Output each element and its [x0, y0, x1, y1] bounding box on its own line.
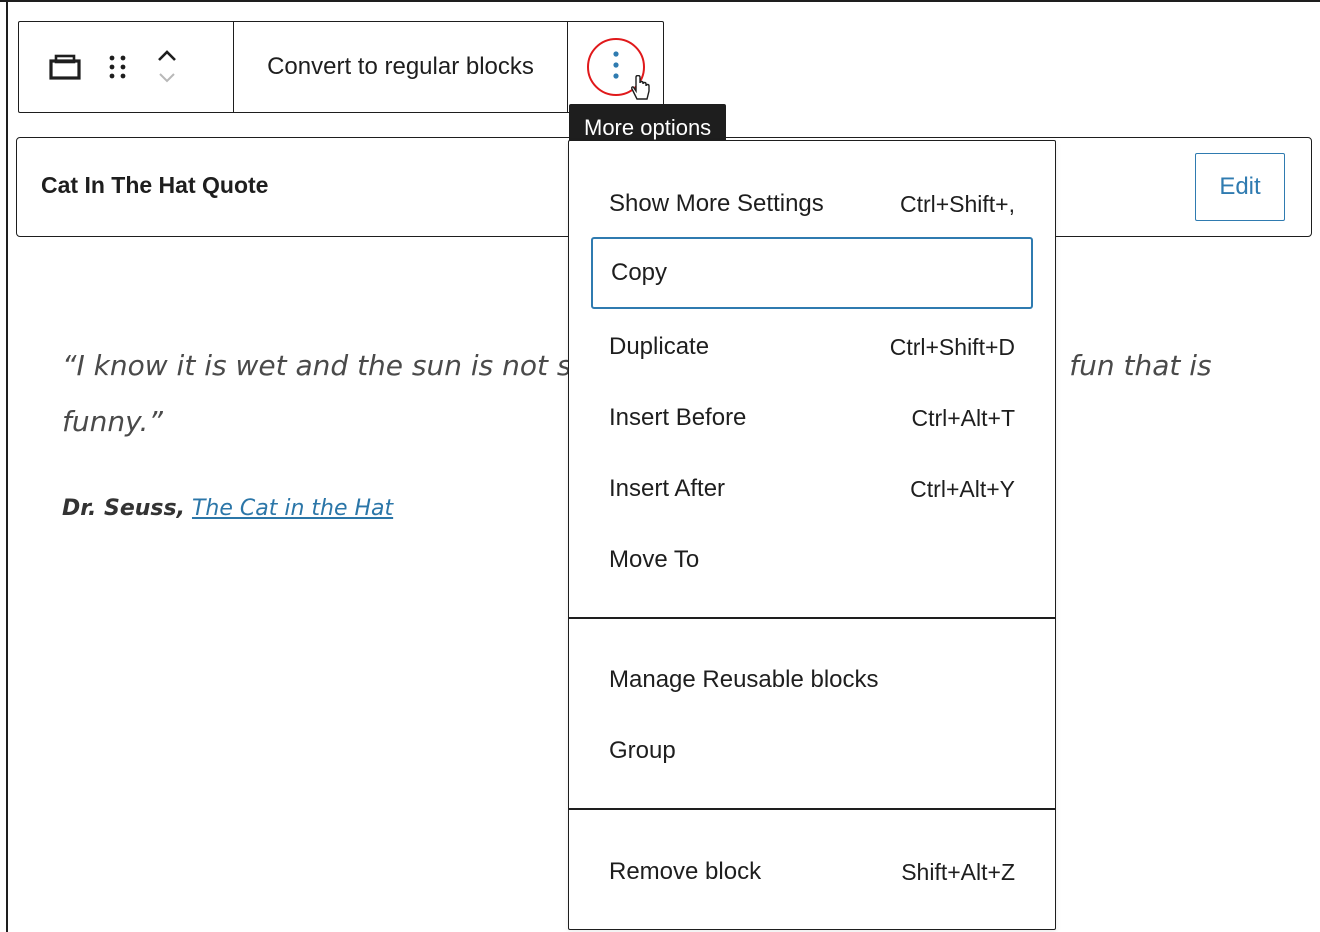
menu-item-remove-block[interactable]: Remove block Shift+Alt+Z [591, 836, 1033, 908]
menu-item-shortcut: Ctrl+Alt+Y [910, 475, 1015, 502]
window-border-top [0, 0, 1320, 2]
toolbar-block-controls [19, 22, 234, 112]
menu-item-shortcut: Ctrl+Shift+D [889, 333, 1015, 360]
menu-item-show-more-settings[interactable]: Show More Settings Ctrl+Shift+, [591, 168, 1033, 240]
menu-item-copy[interactable]: Copy [591, 237, 1033, 309]
quote-line-1-left: “I know it is wet and the sun is not su [62, 349, 590, 382]
menu-item-label: Move To [609, 546, 700, 573]
drag-handle-icon[interactable] [103, 47, 133, 87]
menu-item-shortcut: Ctrl+Shift+, [899, 190, 1015, 217]
menu-item-move-to[interactable]: Move To [591, 524, 1033, 596]
quote-citation: Dr. Seuss, The Cat in the Hat [62, 496, 393, 521]
more-vertical-icon [612, 49, 620, 86]
menu-item-label: Show More Settings [609, 190, 824, 217]
more-options-button[interactable] [586, 38, 650, 100]
more-options-menu: Show More Settings Ctrl+Shift+, Copy Dup… [568, 140, 1056, 930]
citation-link[interactable]: The Cat in the Hat [192, 496, 393, 521]
menu-item-group[interactable]: Group [591, 715, 1033, 787]
toolbar-convert-group: Convert to regular blocks [234, 22, 568, 112]
menu-item-label: Manage Reusable blocks [609, 666, 879, 693]
menu-item-shortcut: Shift+Alt+Z [901, 858, 1015, 885]
menu-item-insert-before[interactable]: Insert Before Ctrl+Alt+T [591, 382, 1033, 454]
menu-item-shortcut: Ctrl+Alt+T [911, 404, 1015, 431]
block-toolbar: Convert to regular blocks [18, 21, 664, 113]
menu-divider [569, 617, 1055, 619]
menu-item-label: Insert After [609, 475, 726, 502]
menu-item-label: Insert Before [609, 404, 747, 431]
menu-divider [569, 808, 1055, 810]
window-border-left [6, 0, 8, 932]
chevron-down-icon[interactable] [155, 67, 179, 89]
chevron-up-icon[interactable] [155, 45, 179, 67]
menu-item-label: Copy [611, 259, 668, 286]
quote-line-1-right: fun that is [1069, 349, 1212, 382]
edit-button[interactable]: Edit [1195, 153, 1285, 221]
menu-item-manage-reusable-blocks[interactable]: Manage Reusable blocks [591, 644, 1033, 716]
block-mover [155, 45, 179, 89]
menu-item-label: Group [609, 737, 676, 764]
convert-to-regular-blocks-button[interactable]: Convert to regular blocks [267, 53, 534, 81]
menu-item-label: Remove block [609, 858, 762, 885]
citation-author: Dr. Seuss, [62, 496, 185, 521]
menu-item-duplicate[interactable]: Duplicate Ctrl+Shift+D [591, 311, 1033, 383]
reusable-block-icon[interactable] [45, 47, 85, 87]
block-title: Cat In The Hat Quote [41, 172, 269, 198]
quote-line-2: funny.” [62, 405, 163, 438]
menu-item-label: Duplicate [609, 333, 710, 360]
menu-item-insert-after[interactable]: Insert After Ctrl+Alt+Y [591, 453, 1033, 525]
toolbar-more-group [568, 22, 663, 112]
